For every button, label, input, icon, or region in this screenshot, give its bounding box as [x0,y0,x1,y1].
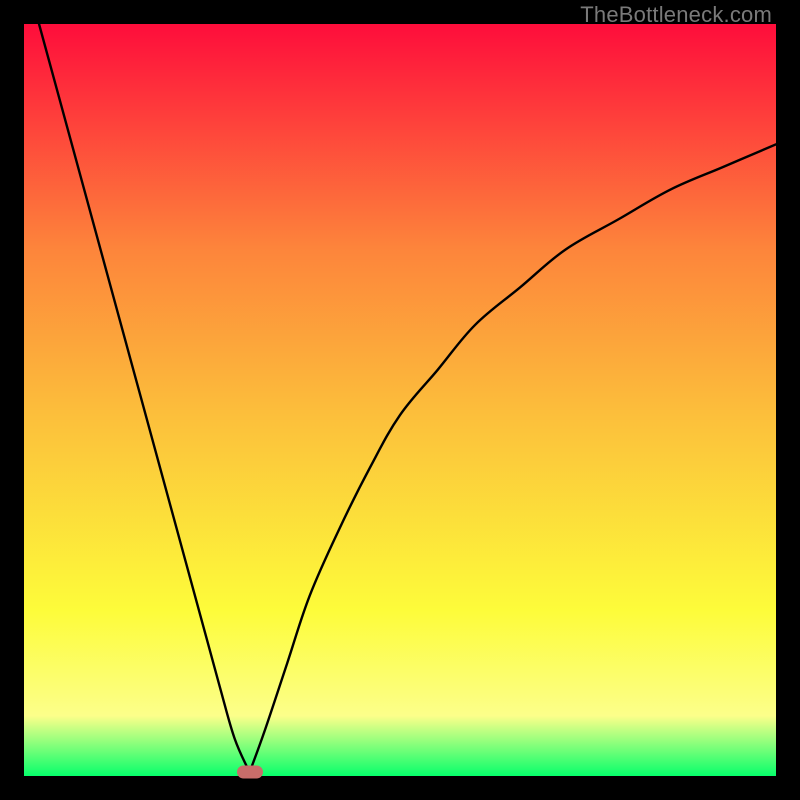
gradient-background [24,24,776,776]
bottleneck-plot [24,24,776,776]
chart-area [24,24,776,776]
